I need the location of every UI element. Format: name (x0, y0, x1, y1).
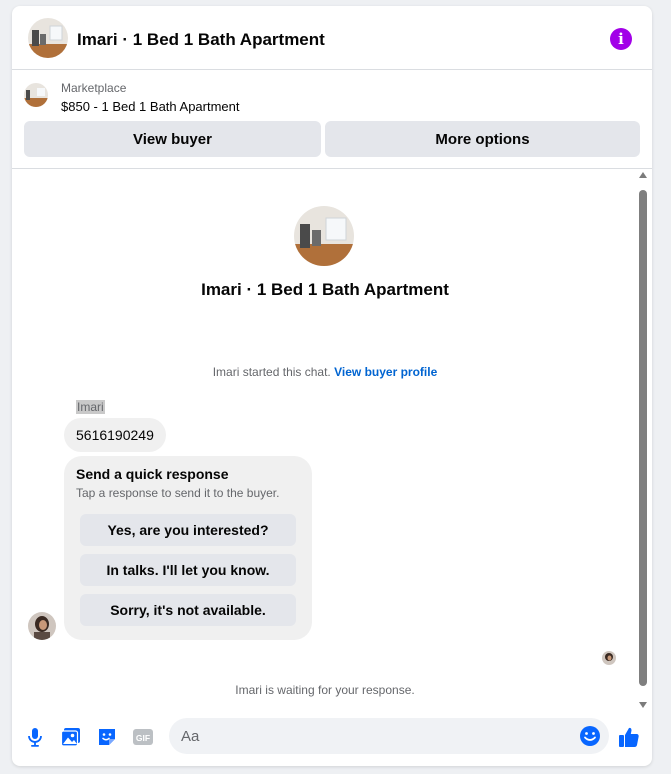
listing-panel: Marketplace $850 - 1 Bed 1 Bath Apartmen… (12, 71, 652, 169)
view-buyer-button[interactable]: View buyer (24, 121, 321, 157)
chat-title: Imari · 1 Bed 1 Bath Apartment (77, 30, 325, 49)
quick-response-option[interactable]: In talks. I'll let you know. (80, 554, 296, 586)
quick-response-option[interactable]: Yes, are you interested? (80, 514, 296, 546)
photo-icon[interactable] (60, 726, 82, 748)
more-options-button[interactable]: More options (325, 121, 640, 157)
scrollbar-thumb[interactable] (639, 190, 647, 686)
gif-icon[interactable]: GIF (132, 726, 154, 748)
quick-response-card: Send a quick response Tap a response to … (64, 456, 312, 640)
chat-started-notice: Imari started this chat. View buyer prof… (12, 365, 638, 379)
hero-avatar[interactable] (294, 206, 354, 266)
chat-header: Imari · 1 Bed 1 Bath Apartment i (12, 6, 652, 70)
waiting-notice: Imari is waiting for your response. (235, 683, 415, 697)
listing-avatar[interactable] (28, 18, 68, 58)
quick-response-option[interactable]: Sorry, it's not available. (80, 594, 296, 626)
sender-name: Imari (76, 400, 105, 414)
read-receipt-avatar (602, 651, 616, 665)
listing-source: Marketplace (61, 81, 127, 95)
scroll-up-arrow-icon[interactable] (639, 172, 647, 178)
message-input[interactable] (181, 718, 561, 754)
message-input-wrapper (169, 718, 609, 754)
gif-label: GIF (136, 733, 150, 743)
chat-window: Imari · 1 Bed 1 Bath Apartment i Marketp… (12, 6, 652, 766)
chat-started-text: Imari started this chat. (212, 365, 331, 379)
message-thread: Imari · 1 Bed 1 Bath Apartment Imari sta… (12, 170, 652, 708)
composer: GIF (12, 708, 652, 766)
listing-actions: View buyer More options (24, 121, 640, 157)
quick-response-title: Send a quick response (76, 466, 229, 482)
quick-response-subtitle: Tap a response to send it to the buyer. (76, 486, 280, 500)
view-buyer-profile-link[interactable]: View buyer profile (334, 365, 437, 379)
microphone-icon[interactable] (24, 726, 46, 748)
sticker-icon[interactable] (96, 726, 118, 748)
listing-title[interactable]: $850 - 1 Bed 1 Bath Apartment (61, 99, 240, 114)
emoji-icon[interactable] (579, 725, 601, 747)
scrollbar[interactable] (638, 172, 648, 708)
listing-thumbnail[interactable] (24, 83, 48, 107)
hero-title: Imari · 1 Bed 1 Bath Apartment (201, 280, 449, 299)
like-icon[interactable] (617, 725, 641, 749)
sender-avatar[interactable] (28, 612, 56, 640)
message-bubble[interactable]: 5616190249 (64, 418, 166, 452)
info-icon[interactable]: i (610, 28, 632, 50)
